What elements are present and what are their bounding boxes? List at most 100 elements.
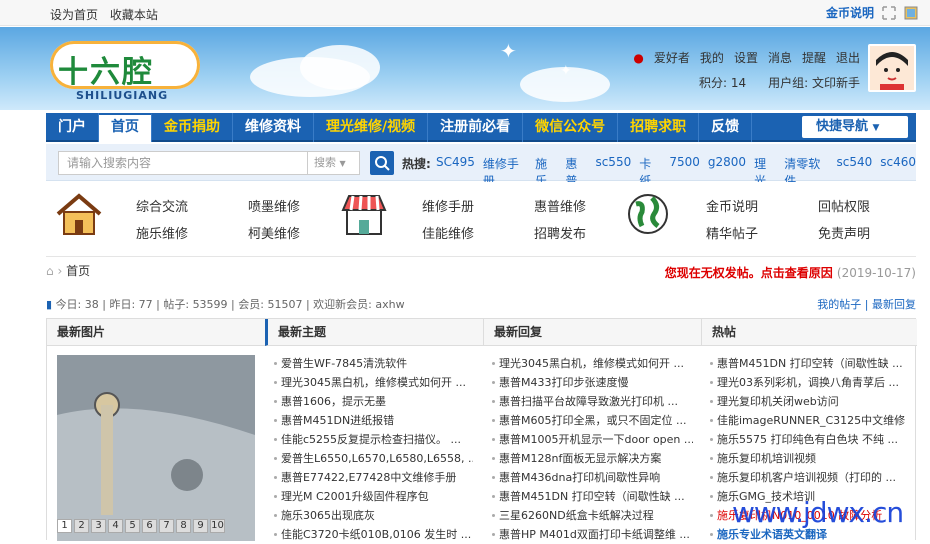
list-item[interactable]: 理光03系列彩机，调换八角青莩后 ... [709,373,909,392]
nav-must-read[interactable]: 注册前必看 [428,113,524,142]
list-item[interactable]: 施乐复印机培训视频 [709,449,909,468]
latest-topics-list: 爱普生WF-7845清洗软件 理光3045黑白机，维修模式如何开 ... 惠普1… [273,347,473,544]
list-item[interactable]: 惠普M605打印全黑，或只不固定位 ... [491,411,693,430]
pager-item[interactable]: 8 [176,519,191,533]
link-disclaimer[interactable]: 免责声明 [818,223,870,242]
nav-coin-donate[interactable]: 金币捐助 [152,113,233,142]
user-info: ● 爱好者 我的 设置 消息 提醒 退出 积分: 14 用户组: 文印新手 [633,49,860,91]
nav-wechat[interactable]: 微信公众号 [523,113,619,142]
search-bar: 请输入搜索内容 搜索 ▼ 热搜: SC495 维修手册 施乐 惠普 sc550 … [46,144,916,188]
latest-replies-link[interactable]: 最新回复 [872,298,916,311]
breadcrumb-home[interactable]: 首页 [66,264,90,278]
link-job-post[interactable]: 招聘发布 [534,223,586,242]
site-header: ✦ ✦ 十六腔 SHILIUGIANG ● 爱好者 我的 设置 消息 提醒 退出… [0,27,930,110]
pager-item[interactable]: 2 [74,519,89,533]
image-pager: 1 2 3 4 5 6 7 8 9 10 [57,519,225,533]
hot-search-label: 热搜: [402,157,431,171]
cloud-decoration [300,45,380,90]
column-head-hot: 热帖 [701,319,917,346]
search-input[interactable]: 请输入搜索内容 [58,151,308,175]
globe-icon [628,194,668,234]
latest-image[interactable] [57,355,255,541]
set-home-link[interactable]: 设为首页 [50,8,98,22]
list-item[interactable]: 惠普M451DN 打印空转（间歇性缺 ... [491,487,693,506]
list-item[interactable]: 惠普1606，提示无墨 [273,392,473,411]
list-item[interactable]: 施乐3065出现底灰 [273,506,473,525]
coin-help-link[interactable]: 金币说明 [826,4,874,21]
link-general[interactable]: 综合交流 [136,196,188,215]
latest-replies-list: 理光3045黑白机，维修模式如何开 ... 惠普M433打印步张速度慢 惠普扫描… [491,347,693,544]
mine-link[interactable]: 我的 [700,49,724,66]
pager-item[interactable]: 5 [125,519,140,533]
list-item[interactable]: 佳能C3720卡纸010B,0106 发生时 ... [273,525,473,544]
settings-link[interactable]: 设置 [734,49,758,66]
quick-nav-button[interactable]: 快捷导航 ▼ [802,116,908,138]
pager-item[interactable]: 1 [57,519,72,533]
search-button[interactable] [370,151,394,175]
column-head-images: 最新图片 [47,319,265,346]
username-link[interactable]: 爱好者 [654,49,690,66]
my-posts-link[interactable]: 我的帖子 [817,298,861,311]
link-canon[interactable]: 佳能维修 [422,223,474,242]
list-item[interactable]: 理光复印机关闭web访问 [709,392,909,411]
star-icon: ✦ [500,39,517,63]
site-logo[interactable]: 十六腔 SHILIUGIANG [50,41,200,103]
link-hp[interactable]: 惠普维修 [534,196,586,215]
list-item[interactable]: 爱普生L6550,L6570,L6580,L6558, ... [273,449,473,468]
pager-item[interactable]: 9 [193,519,208,533]
list-item[interactable]: 惠普M436dna打印机间歇性异响 [491,468,693,487]
link-xerox[interactable]: 施乐维修 [136,223,188,242]
pager-item[interactable]: 6 [142,519,157,533]
logout-link[interactable]: 退出 [836,49,860,66]
chevron-right-icon: › [57,264,63,278]
home-icon[interactable]: ⌂ [46,264,54,278]
list-item[interactable]: 佳能imageRUNNER_C3125中文维修 ... [709,411,909,430]
list-item[interactable]: 佳能c5255反复提示检查扫描仪。 ... [273,430,473,449]
nav-repair-docs[interactable]: 维修资料 [233,113,314,142]
list-item[interactable]: 理光3045黑白机，维修模式如何开 ... [491,354,693,373]
stats-text: 今日: 38 | 昨日: 77 | 帖子: 53599 | 会员: 51507 … [55,298,405,311]
list-item[interactable]: 施乐复印机客户培训视频（打印的 ... [709,468,909,487]
list-item[interactable]: 惠普M433打印步张速度慢 [491,373,693,392]
list-item[interactable]: 三星6260ND纸盒卡纸解决过程 [491,506,693,525]
remind-link[interactable]: 提醒 [802,49,826,66]
bookmark-link[interactable]: 收藏本站 [110,8,158,22]
list-item[interactable]: 爱普生WF-7845清洗软件 [273,354,473,373]
list-item[interactable]: 惠普E77422,E77428中文维修手册 [273,468,473,487]
link-konica[interactable]: 柯美维修 [248,223,300,242]
pager-item[interactable]: 3 [91,519,106,533]
list-item[interactable]: 施乐5575 打印纯色有白色块 不纯 ... [709,430,909,449]
nav-feedback[interactable]: 反馈 [699,113,753,142]
messages-link[interactable]: 消息 [768,49,792,66]
list-item[interactable]: 理光3045黑白机，维修模式如何开 ... [273,373,473,392]
expand-icon[interactable] [882,5,896,20]
search-type-select[interactable]: 搜索 ▼ [308,151,360,175]
points-link[interactable]: 积分: 14 [699,74,746,91]
link-inkjet[interactable]: 喷墨维修 [248,196,300,215]
link-featured[interactable]: 精华帖子 [706,223,758,242]
nav-ricoh-video[interactable]: 理光维修/视频 [314,113,429,142]
nav-jobs[interactable]: 招聘求职 [618,113,700,142]
forum-stats: ▮ 今日: 38 | 昨日: 77 | 帖子: 53599 | 会员: 5150… [46,298,916,311]
list-item[interactable]: 惠普HP M401d双面打印卡纸调整维 ... [491,525,693,544]
list-item[interactable]: 惠普扫描平台故障导致激光打印机 ... [491,392,693,411]
pager-item[interactable]: 10 [210,519,225,533]
link-manual[interactable]: 维修手册 [422,196,474,215]
watermark: www.jdwx.cn [732,496,904,529]
post-permission-notice[interactable]: 您现在无权发帖。点击查看原因 (2019-10-17) [665,264,916,281]
list-item[interactable]: 惠普M451DN进纸报错 [273,411,473,430]
link-coin-help[interactable]: 金币说明 [706,196,758,215]
avatar[interactable] [868,44,916,92]
pager-item[interactable]: 7 [159,519,174,533]
list-item[interactable]: 惠普M128nf面板无显示解决方案 [491,449,693,468]
user-group-link[interactable]: 用户组: 文印新手 [768,74,860,91]
column-head-replies: 最新回复 [483,319,701,346]
theme-icon[interactable] [904,6,918,20]
list-item[interactable]: 惠普M451DN 打印空转（间歇性缺 ... [709,354,909,373]
pager-item[interactable]: 4 [108,519,123,533]
list-item[interactable]: 理光M C2001升级固件程序包 [273,487,473,506]
list-item[interactable]: 惠普M1005开机显示一下door open ... [491,430,693,449]
nav-home[interactable]: 首页 [99,113,152,142]
nav-portal[interactable]: 门户 [46,113,99,142]
link-reply-perm[interactable]: 回帖权限 [818,196,870,215]
